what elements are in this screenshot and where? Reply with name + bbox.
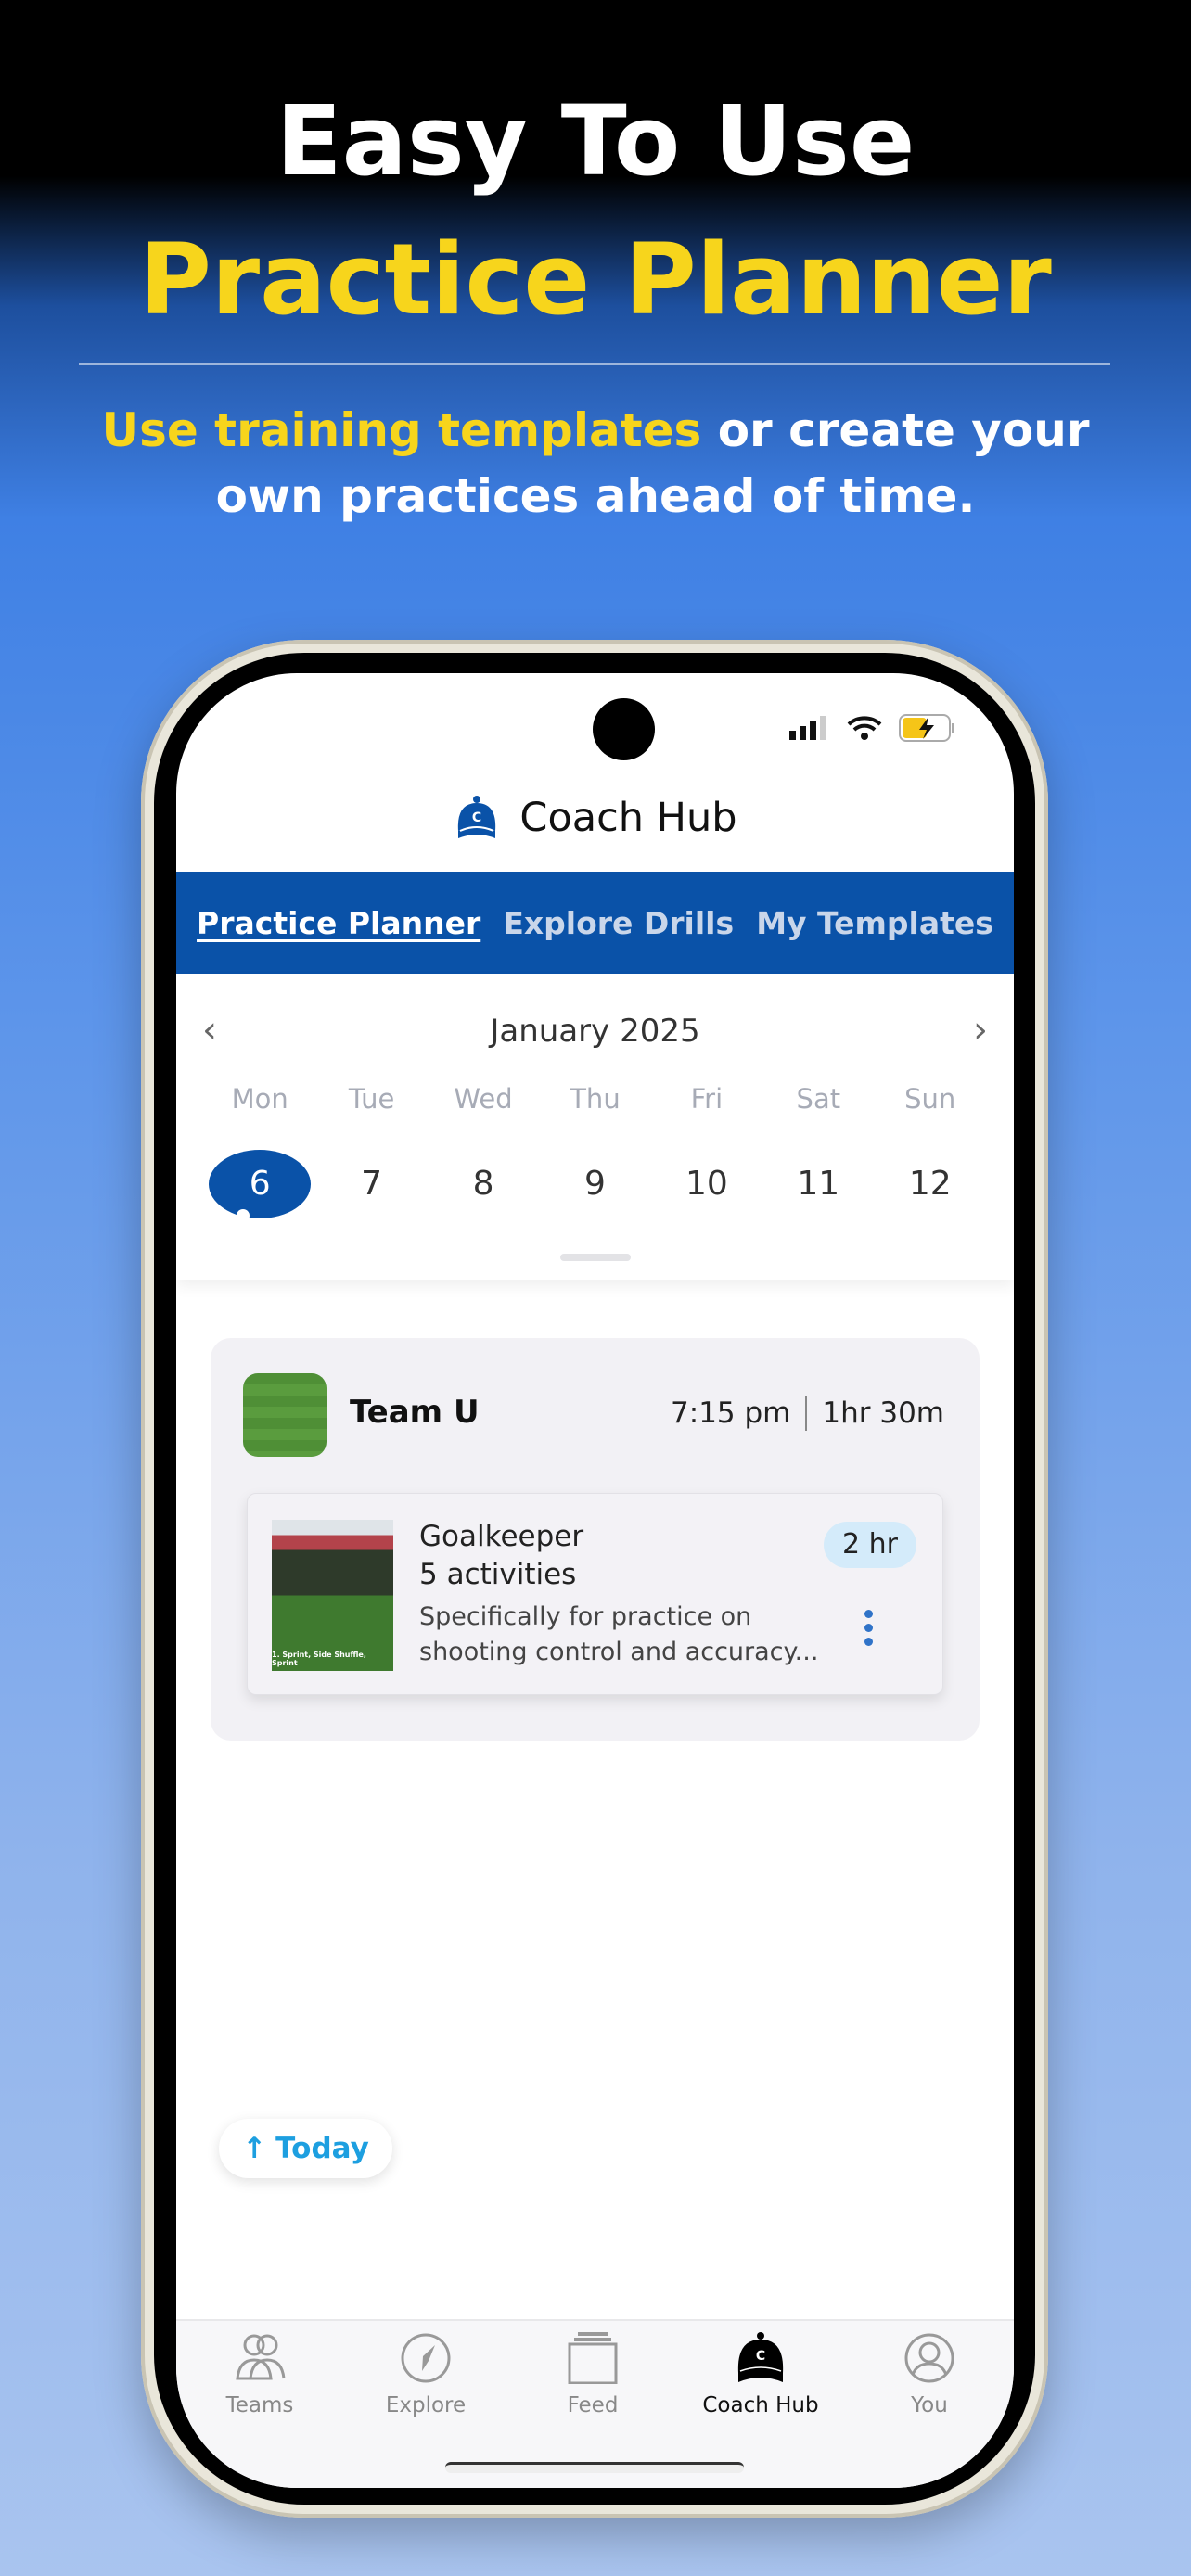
nav-label: Teams bbox=[225, 2393, 294, 2417]
feed-icon bbox=[568, 2332, 618, 2384]
tagline-rest: or create your bbox=[701, 403, 1090, 457]
hero-subtitle: Practice Planner bbox=[139, 223, 1052, 337]
practice-description: Specifically for practice on shooting con… bbox=[419, 1600, 837, 1670]
practice-info: Goalkeeper 5 activities bbox=[419, 1518, 583, 1594]
date-cell[interactable]: 6 bbox=[209, 1150, 312, 1222]
chevron-right-icon[interactable]: › bbox=[973, 1009, 988, 1052]
home-indicator[interactable] bbox=[445, 2462, 744, 2473]
day-name: Sun bbox=[904, 1083, 956, 1115]
session-card[interactable]: Team U 7:15 pm 1hr 30m 1. Sprint, Side Sh… bbox=[211, 1338, 980, 1741]
practice-item[interactable]: 1. Sprint, Side Shuffle, Sprint Goalkeep… bbox=[247, 1493, 943, 1695]
description-line: shooting control and accuracy... bbox=[419, 1638, 819, 1666]
compass-icon bbox=[401, 2333, 451, 2383]
day-name: Thu bbox=[570, 1083, 621, 1115]
more-options-icon[interactable] bbox=[864, 1610, 873, 1646]
team-avatar bbox=[243, 1373, 327, 1457]
practice-title: Goalkeeper bbox=[419, 1520, 584, 1553]
start-time: 7:15 pm bbox=[671, 1396, 791, 1430]
day-name: Fri bbox=[690, 1083, 724, 1115]
nav-you[interactable]: You bbox=[846, 2332, 1013, 2417]
activity-count: 5 activities bbox=[419, 1558, 577, 1591]
tagline-highlight: Use training templates bbox=[101, 403, 702, 457]
day-names: Mon Tue Wed Thu Fri Sat Sun bbox=[204, 1083, 986, 1115]
day-name: Sat bbox=[796, 1083, 841, 1115]
duration: 1hr 30m bbox=[822, 1396, 944, 1430]
nav-teams[interactable]: Teams bbox=[176, 2332, 343, 2417]
nav-label: Feed bbox=[567, 2393, 619, 2417]
svg-text:C: C bbox=[472, 810, 481, 825]
day-name: Mon bbox=[231, 1083, 288, 1115]
today-button[interactable]: ↑ Today bbox=[219, 2119, 392, 2178]
month-label: January 2025 bbox=[490, 1013, 700, 1050]
drag-handle[interactable] bbox=[560, 1254, 631, 1261]
description-line: Specifically for practice on bbox=[419, 1602, 752, 1631]
profile-icon bbox=[904, 2333, 954, 2383]
battery-charging-icon bbox=[899, 714, 954, 742]
day-name: Tue bbox=[348, 1083, 395, 1115]
date-cell[interactable]: 12 bbox=[879, 1150, 981, 1218]
duration-badge: 2 hr bbox=[824, 1522, 916, 1568]
tab-my-templates[interactable]: My Templates bbox=[756, 905, 993, 941]
phone-screen: C Coach Hub Practice Planner Explore Dri… bbox=[176, 673, 1014, 2488]
coach-cap-icon: C bbox=[737, 2332, 784, 2382]
week-calendar: ‹ January 2025 › Mon Tue Wed Thu Fri Sat Sun 6… bbox=[176, 974, 1014, 1280]
dates: 6 7 8 9 10 11 12 bbox=[204, 1150, 986, 1222]
teams-icon bbox=[236, 2334, 286, 2380]
tagline-line2: own practices ahead of time. bbox=[215, 469, 976, 523]
tab-practice-planner[interactable]: Practice Planner bbox=[197, 905, 480, 941]
date-cell[interactable]: 11 bbox=[767, 1150, 869, 1218]
team-name: Team U bbox=[350, 1394, 480, 1431]
tab-explore-drills[interactable]: Explore Drills bbox=[503, 905, 734, 941]
svg-text:C: C bbox=[756, 2349, 765, 2364]
divider bbox=[79, 363, 1110, 365]
app-title: Coach Hub bbox=[519, 795, 737, 841]
session-time: 7:15 pm 1hr 30m bbox=[671, 1396, 944, 1431]
nav-feed[interactable]: Feed bbox=[509, 2332, 676, 2417]
tagline-line1: Use training templates or create your bbox=[0, 397, 1191, 464]
arrow-up-icon: ↑ bbox=[242, 2132, 267, 2165]
bottom-nav: Teams Explore Feed C Coach Hub You bbox=[176, 2319, 1014, 2488]
nav-explore[interactable]: Explore bbox=[342, 2332, 509, 2417]
date-cell[interactable]: 9 bbox=[544, 1150, 646, 1218]
cap-c-icon: C bbox=[458, 796, 496, 838]
status-bar bbox=[789, 714, 956, 742]
camera-cutout bbox=[593, 698, 655, 760]
tab-bar: Practice Planner Explore Drills My Templ… bbox=[176, 872, 1014, 974]
hero-title: Easy To Use bbox=[275, 84, 916, 198]
nav-label: You bbox=[911, 2393, 948, 2417]
day-name: Wed bbox=[454, 1083, 513, 1115]
date-cell[interactable]: 8 bbox=[432, 1150, 534, 1218]
wifi-icon bbox=[847, 716, 882, 740]
signal-icon bbox=[789, 716, 826, 740]
nav-label: Explore bbox=[385, 2393, 467, 2417]
date-cell[interactable]: 7 bbox=[321, 1150, 423, 1218]
date-cell[interactable]: 10 bbox=[656, 1150, 758, 1218]
nav-coach-hub[interactable]: C Coach Hub bbox=[677, 2332, 844, 2417]
practice-thumbnail: 1. Sprint, Side Shuffle, Sprint bbox=[272, 1520, 393, 1671]
separator bbox=[805, 1396, 808, 1431]
nav-label: Coach Hub bbox=[702, 2393, 819, 2417]
app-header: C Coach Hub bbox=[176, 794, 1014, 842]
today-label: Today bbox=[275, 2132, 369, 2165]
selected-date[interactable]: 6 bbox=[209, 1150, 312, 1222]
